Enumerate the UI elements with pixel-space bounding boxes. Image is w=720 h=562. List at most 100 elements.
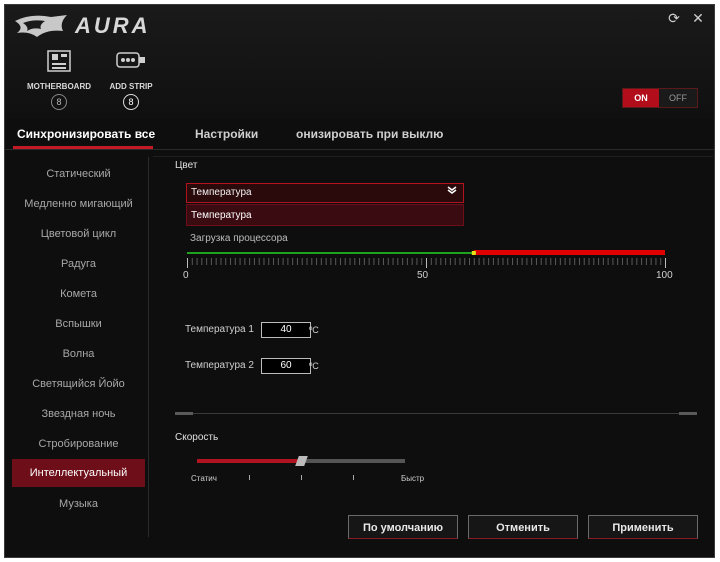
scale-major-tick — [665, 258, 666, 268]
scale-minor-tick — [440, 258, 442, 265]
aura-window: AURA ⟳ ✕ MOTHERBOARD 8 ADD STRIP 8 ON OF… — [4, 4, 715, 558]
scale-minor-tick — [206, 258, 208, 265]
speed-slider-handle[interactable] — [295, 456, 308, 466]
scale-minor-tick — [574, 258, 576, 265]
scale-minor-tick — [191, 258, 193, 265]
sidebar-item-starry-night[interactable]: Звездная ночь — [12, 400, 145, 428]
scale-minor-tick — [387, 258, 389, 265]
scale-minor-tick — [449, 258, 451, 265]
sidebar-item-comet[interactable]: Комета — [12, 280, 145, 308]
tab-settings[interactable]: Настройки — [195, 119, 258, 149]
scale-minor-tick — [617, 258, 619, 265]
sidebar-item-music[interactable]: Музыка — [12, 490, 145, 518]
scale-minor-tick — [626, 258, 628, 265]
scale-minor-tick — [540, 258, 542, 265]
toggle-on[interactable]: ON — [623, 89, 659, 107]
scale-minor-tick — [268, 258, 270, 265]
scale-minor-tick — [535, 258, 537, 265]
scale-low-segment — [187, 252, 474, 254]
scale-minor-tick — [263, 258, 265, 265]
sidebar-item-color-cycle[interactable]: Цветовой цикл — [12, 220, 145, 248]
scale-minor-tick — [583, 258, 585, 265]
scale-minor-tick — [292, 258, 294, 265]
scale-minor-tick — [478, 258, 480, 265]
scale-minor-tick — [392, 258, 394, 265]
speed-tick — [353, 475, 354, 480]
color-mode-dropdown[interactable]: Температура — [186, 183, 464, 203]
sidebar-item-flash[interactable]: Вспышки — [12, 310, 145, 338]
device-motherboard[interactable]: MOTHERBOARD 8 — [23, 49, 95, 110]
scale-minor-tick — [220, 258, 222, 265]
dropdown-option-cpu-load[interactable]: Загрузка процессора — [186, 228, 464, 250]
scale-minor-tick — [430, 258, 432, 265]
scale-minor-tick — [469, 258, 471, 265]
scale-minor-tick — [502, 258, 504, 265]
scale-minor-tick — [464, 258, 466, 265]
scale-minor-tick — [201, 258, 203, 265]
close-icon[interactable]: ✕ — [689, 9, 707, 27]
sidebar-item-static[interactable]: Статический — [12, 160, 145, 188]
speed-label: Скорость — [175, 432, 219, 443]
speed-slider[interactable] — [197, 456, 405, 466]
scale-minor-tick — [516, 258, 518, 265]
power-toggle[interactable]: ON OFF — [622, 88, 698, 108]
color-section-label: Цвет — [175, 160, 198, 171]
scale-minor-tick — [497, 258, 499, 265]
scale-minor-tick — [296, 258, 298, 265]
scale-major-tick — [187, 258, 188, 268]
scale-minor-tick — [196, 258, 198, 265]
tab-sync-all[interactable]: Синхронизировать все — [17, 119, 155, 149]
divider-cap-left — [175, 412, 193, 415]
tab-sync-on-shutdown[interactable]: онизировать при выклю — [296, 119, 443, 149]
cancel-button[interactable]: Отменить — [468, 515, 578, 539]
scale-minor-tick — [277, 258, 279, 265]
sidebar-item-glowing-yoyo[interactable]: Светящийся Йойо — [12, 370, 145, 398]
scale-tick-100: 100 — [656, 270, 673, 281]
refresh-icon[interactable]: ⟳ — [665, 9, 683, 27]
device-badge: 8 — [123, 94, 139, 110]
scale-minor-tick — [526, 258, 528, 265]
scale-minor-tick — [650, 258, 652, 265]
temperature-1-input[interactable]: 40 — [261, 322, 311, 338]
scale-minor-tick — [555, 258, 557, 265]
scale-minor-tick — [483, 258, 485, 265]
dropdown-option-temperature[interactable]: Температура — [186, 204, 464, 226]
temperature-2-input[interactable]: 60 — [261, 358, 311, 374]
device-add-strip[interactable]: ADD STRIP 8 — [95, 49, 167, 110]
dropdown-options: Температура Загрузка процессора — [186, 204, 464, 250]
scale-minor-tick — [459, 258, 461, 265]
scale-minor-tick — [660, 258, 662, 265]
scale-minor-tick — [301, 258, 303, 265]
scale-minor-tick — [402, 258, 404, 265]
scale-minor-tick — [344, 258, 346, 265]
device-label: ADD STRIP — [109, 82, 153, 91]
scale-minor-tick — [306, 258, 308, 265]
sidebar-item-smart[interactable]: Интеллектуальный — [12, 459, 145, 487]
toggle-off[interactable]: OFF — [659, 89, 697, 107]
scale-high-segment — [473, 250, 665, 255]
temperature-2-unit: ºC — [309, 361, 319, 371]
dropdown-selected-value: Температура — [191, 187, 252, 198]
speed-max-label: Быстр — [401, 474, 425, 483]
scale-minor-tick — [225, 258, 227, 265]
sidebar-item-breathing[interactable]: Медленно мигающий — [12, 190, 145, 218]
apply-button[interactable]: Применить — [588, 515, 698, 539]
scale-minor-tick — [421, 258, 423, 265]
scale-minor-tick — [325, 258, 327, 265]
scale-minor-tick — [488, 258, 490, 265]
sidebar-item-rainbow[interactable]: Радуга — [12, 250, 145, 278]
scale-minor-tick — [531, 258, 533, 265]
scale-minor-tick — [397, 258, 399, 265]
scale-minor-tick — [335, 258, 337, 265]
sidebar-item-strobing[interactable]: Стробирование — [12, 430, 145, 458]
scale-minor-tick — [445, 258, 447, 265]
scale-minor-tick — [602, 258, 604, 265]
effects-sidebar: Статический Медленно мигающий Цветовой ц… — [5, 157, 149, 537]
sidebar-item-wave[interactable]: Волна — [12, 340, 145, 368]
divider-cap-right — [679, 412, 697, 415]
scale-minor-tick — [512, 258, 514, 265]
scale-minor-tick — [607, 258, 609, 265]
scale-minor-tick — [569, 258, 571, 265]
scale-minor-tick — [215, 258, 217, 265]
default-button[interactable]: По умолчанию — [348, 515, 458, 539]
